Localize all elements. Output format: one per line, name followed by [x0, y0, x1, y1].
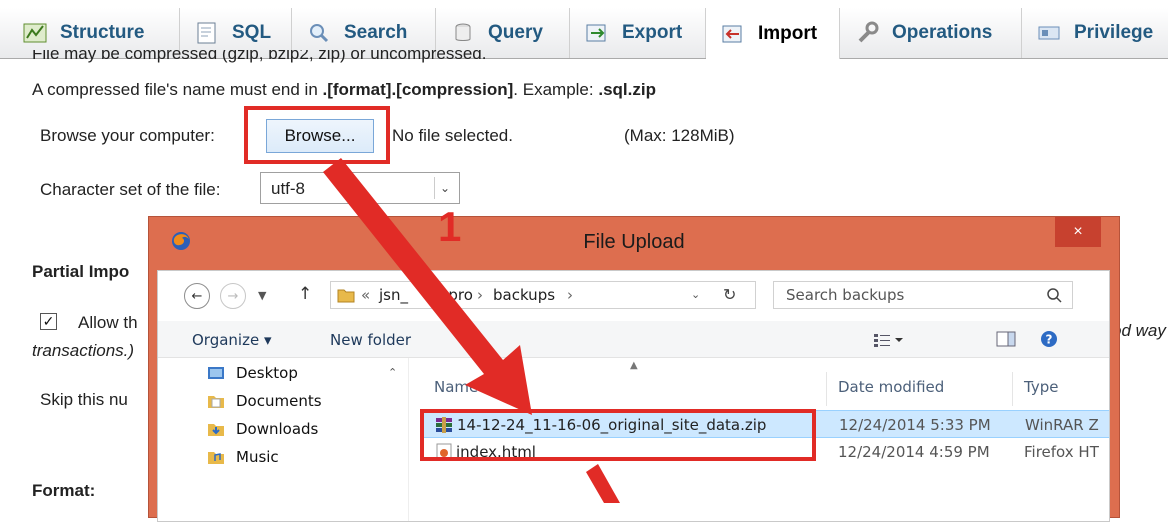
annotation-arrows — [323, 158, 620, 503]
red-arrow-annotation — [323, 158, 620, 503]
step-number-label: 1 — [438, 203, 462, 250]
